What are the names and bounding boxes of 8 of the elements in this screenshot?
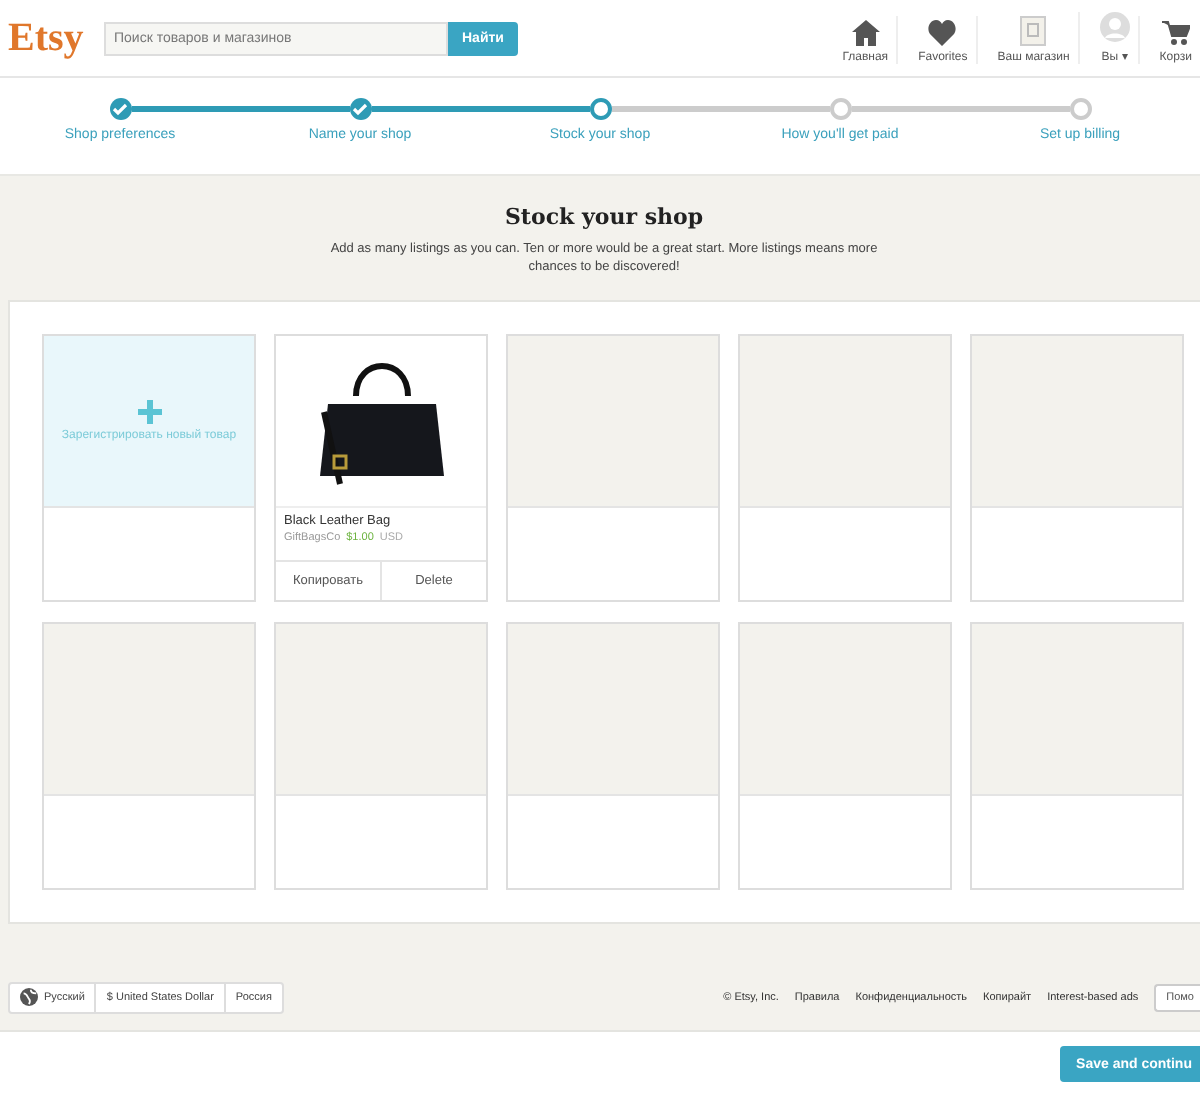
plus-icon — [137, 400, 161, 424]
avatar-icon — [1099, 12, 1130, 42]
globe-icon — [20, 988, 38, 1006]
home-icon — [851, 20, 880, 46]
shop-icon — [1020, 16, 1047, 46]
page-title: Stock your shop — [502, 204, 706, 230]
cart-icon — [1161, 20, 1190, 46]
heart-icon — [928, 20, 957, 46]
